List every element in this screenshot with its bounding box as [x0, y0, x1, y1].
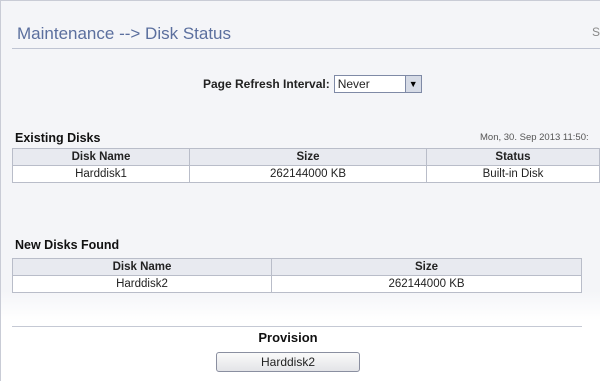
chevron-down-icon[interactable]: ▼ [404, 76, 421, 92]
cell-size: 262144000 KB [189, 165, 427, 183]
column-header-disk-name: Disk Name [12, 258, 272, 276]
provision-harddisk2-button[interactable]: Harddisk2 [216, 352, 360, 372]
table-header-row: Disk Name Size Status [12, 148, 600, 166]
timestamp: Mon, 30. Sep 2013 11:50: [480, 132, 589, 143]
table-header-row: Disk Name Size [12, 258, 582, 276]
refresh-interval-value: Never [337, 77, 370, 91]
provision-label: Provision [258, 330, 318, 345]
column-header-disk-name: Disk Name [12, 148, 190, 166]
content-frame [0, 0, 600, 381]
existing-disks-table: Disk Name Size Status Harddisk1 26214400… [12, 148, 600, 183]
column-header-size: Size [189, 148, 427, 166]
provision-divider [12, 326, 582, 327]
cell-status: Built-in Disk [426, 165, 600, 183]
title-divider [12, 48, 600, 49]
page-title-overflow: S [592, 25, 600, 39]
column-header-size: Size [271, 258, 582, 276]
column-header-status: Status [426, 148, 600, 166]
cell-disk-name: Harddisk1 [12, 165, 190, 183]
table-row: Harddisk1 262144000 KB Built-in Disk [12, 165, 600, 183]
new-disks-table: Disk Name Size Harddisk2 262144000 KB [12, 258, 582, 293]
page-title: Maintenance --> Disk Status [17, 24, 232, 43]
table-row: Harddisk2 262144000 KB [12, 275, 582, 293]
existing-disks-heading: Existing Disks [15, 131, 101, 145]
new-disks-heading: New Disks Found [15, 238, 120, 252]
cell-disk-name: Harddisk2 [12, 275, 272, 293]
refresh-interval-select[interactable]: Never ▼ [333, 75, 422, 93]
cell-size: 262144000 KB [271, 275, 582, 293]
refresh-interval-label: Page Refresh Interval: [203, 77, 330, 91]
refresh-interval-row: Page Refresh Interval: Never ▼ [203, 75, 422, 93]
